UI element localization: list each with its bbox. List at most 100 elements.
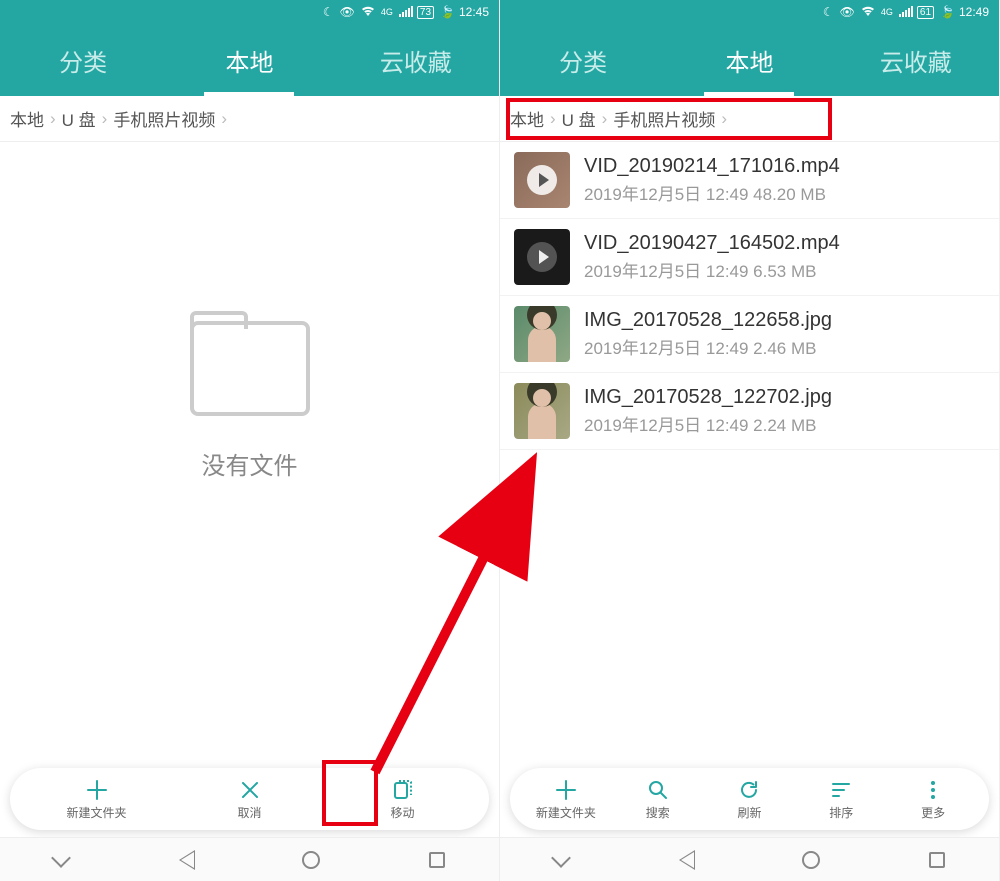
new-folder-button[interactable]: 新建文件夹 [20, 778, 173, 821]
move-icon [392, 778, 414, 802]
video-thumbnail [514, 152, 570, 208]
cancel-button[interactable]: 取消 [173, 778, 326, 821]
file-meta: 2019年12月5日 12:49 6.53 MB [584, 257, 985, 282]
clock-text: 12:49 [959, 5, 989, 19]
plus-icon [86, 778, 108, 802]
system-nav-bar [500, 837, 999, 881]
chevron-right-icon: › [602, 109, 608, 129]
network-4g-icon: 4G [881, 7, 893, 17]
wifi-icon [861, 5, 875, 20]
tab-cloud[interactable]: 云收藏 [833, 24, 999, 96]
tool-label: 新建文件夹 [536, 804, 596, 821]
file-row[interactable]: VID_20190214_171016.mp4 2019年12月5日 12:49… [500, 142, 999, 219]
file-row[interactable]: IMG_20170528_122702.jpg 2019年12月5日 12:49… [500, 373, 999, 450]
system-nav-bar [0, 837, 499, 881]
nav-back-icon[interactable] [177, 850, 193, 870]
file-row[interactable]: VID_20190427_164502.mp4 2019年12月5日 12:49… [500, 219, 999, 296]
image-thumbnail [514, 383, 570, 439]
crumb-2[interactable]: 手机照片视频 [113, 106, 215, 131]
eye-icon: 👁 [340, 5, 355, 19]
status-bar: ☾ 👁 4G 73 🍃 12:45 [0, 0, 499, 24]
file-meta: 2019年12月5日 12:49 2.24 MB [584, 411, 985, 436]
tool-label: 排序 [829, 804, 853, 821]
moon-icon: ☾ [323, 5, 334, 19]
sort-button[interactable]: 排序 [795, 778, 887, 821]
crumb-2[interactable]: 手机照片视频 [613, 106, 715, 131]
folder-icon [190, 321, 310, 416]
breadcrumb[interactable]: 本地 › U 盘 › 手机照片视频 › [0, 96, 499, 142]
plus-icon [555, 778, 577, 802]
file-name: VID_20190214_171016.mp4 [584, 155, 985, 178]
nav-recents-icon[interactable] [929, 852, 945, 868]
bottom-toolbar: 新建文件夹 搜索 刷新 排序 更多 [510, 768, 989, 830]
empty-text: 没有文件 [190, 446, 310, 481]
empty-state: 没有文件 [190, 321, 310, 481]
bottom-toolbar: 新建文件夹 取消 移动 [10, 768, 489, 830]
top-tabs: 分类 本地 云收藏 [500, 24, 999, 96]
nav-back-icon[interactable] [677, 850, 693, 870]
left-screenshot: ☾ 👁 4G 73 🍃 12:45 分类 本地 云收藏 本地 › U 盘 › 手… [0, 0, 500, 881]
leaf-icon: 🍃 [440, 5, 455, 19]
sort-icon [830, 778, 852, 802]
tab-local[interactable]: 本地 [166, 24, 332, 96]
tool-label: 取消 [237, 804, 261, 821]
file-name: IMG_20170528_122658.jpg [584, 309, 985, 332]
file-info: IMG_20170528_122702.jpg 2019年12月5日 12:49… [584, 386, 985, 436]
x-icon [239, 778, 261, 802]
chevron-right-icon: › [550, 109, 556, 129]
file-meta: 2019年12月5日 12:49 2.46 MB [584, 334, 985, 359]
image-thumbnail [514, 306, 570, 362]
chevron-right-icon: › [721, 109, 727, 129]
crumb-1[interactable]: U 盘 [62, 106, 96, 131]
nav-home-icon[interactable] [302, 851, 320, 869]
nav-home-icon[interactable] [802, 851, 820, 869]
file-info: VID_20190214_171016.mp4 2019年12月5日 12:49… [584, 155, 985, 205]
battery-icon: 73 [417, 6, 434, 19]
chevron-right-icon: › [102, 109, 108, 129]
more-button[interactable]: 更多 [887, 778, 979, 821]
nav-dropdown-icon[interactable] [554, 855, 568, 865]
top-tabs: 分类 本地 云收藏 [0, 24, 499, 96]
nav-recents-icon[interactable] [429, 852, 445, 868]
refresh-icon [738, 778, 760, 802]
play-icon [527, 242, 557, 272]
file-info: IMG_20170528_122658.jpg 2019年12月5日 12:49… [584, 309, 985, 359]
tab-local[interactable]: 本地 [666, 24, 832, 96]
signal-icon [899, 5, 913, 20]
crumb-0[interactable]: 本地 [10, 106, 44, 131]
crumb-0[interactable]: 本地 [510, 106, 544, 131]
eye-icon: 👁 [840, 5, 855, 19]
file-list: VID_20190214_171016.mp4 2019年12月5日 12:49… [500, 142, 999, 450]
tab-cloud[interactable]: 云收藏 [333, 24, 499, 96]
tool-label: 新建文件夹 [66, 804, 126, 821]
breadcrumb[interactable]: 本地 › U 盘 › 手机照片视频 › [500, 96, 999, 142]
move-button[interactable]: 移动 [326, 778, 479, 821]
wifi-icon [361, 5, 375, 20]
new-folder-button[interactable]: 新建文件夹 [520, 778, 612, 821]
tool-label: 更多 [921, 804, 945, 821]
crumb-1[interactable]: U 盘 [562, 106, 596, 131]
moon-icon: ☾ [823, 5, 834, 19]
tab-category[interactable]: 分类 [0, 24, 166, 96]
chevron-right-icon: › [50, 109, 56, 129]
network-4g-icon: 4G [381, 7, 393, 17]
tool-label: 搜索 [646, 804, 670, 821]
file-info: VID_20190427_164502.mp4 2019年12月5日 12:49… [584, 232, 985, 282]
leaf-icon: 🍃 [940, 5, 955, 19]
tool-label: 移动 [390, 804, 414, 821]
chevron-right-icon: › [221, 109, 227, 129]
signal-icon [399, 5, 413, 20]
search-button[interactable]: 搜索 [612, 778, 704, 821]
right-screenshot: ☾ 👁 4G 61 🍃 12:49 分类 本地 云收藏 本地 › U 盘 › 手… [500, 0, 1000, 881]
more-icon [922, 778, 944, 802]
refresh-button[interactable]: 刷新 [704, 778, 796, 821]
status-bar: ☾ 👁 4G 61 🍃 12:49 [500, 0, 999, 24]
video-thumbnail [514, 229, 570, 285]
clock-text: 12:45 [459, 5, 489, 19]
nav-dropdown-icon[interactable] [54, 855, 68, 865]
search-icon [647, 778, 669, 802]
play-icon [527, 165, 557, 195]
battery-icon: 61 [917, 6, 934, 19]
tab-category[interactable]: 分类 [500, 24, 666, 96]
file-row[interactable]: IMG_20170528_122658.jpg 2019年12月5日 12:49… [500, 296, 999, 373]
